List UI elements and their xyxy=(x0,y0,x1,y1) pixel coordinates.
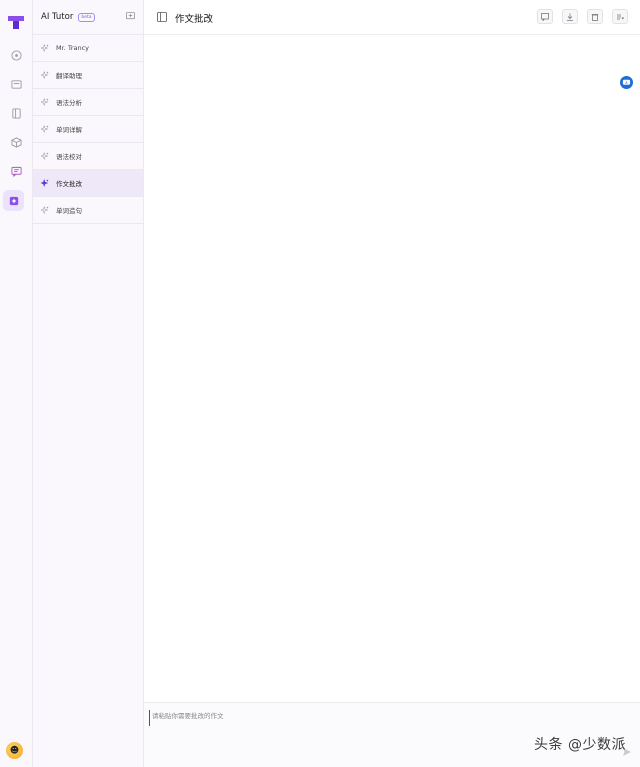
card-icon[interactable] xyxy=(8,76,24,92)
main-area: 作文批改 A xyxy=(144,0,640,767)
assistant-label: 单词造句 xyxy=(56,207,82,215)
assistant-label: 语法分析 xyxy=(56,99,82,107)
cube-icon[interactable] xyxy=(8,134,24,150)
sparkle-icon xyxy=(41,98,49,106)
trash-icon xyxy=(591,13,599,21)
sparkle-icon xyxy=(41,179,49,187)
assistant-item[interactable]: 语法分析 xyxy=(33,89,143,116)
download-button[interactable] xyxy=(562,9,578,24)
assistant-list: Mr. Trancy 翻译助理语法分析单词详解语法校对作文批改单词造句 xyxy=(33,34,143,224)
assistant-label: 语法校对 xyxy=(56,153,82,161)
delete-button[interactable] xyxy=(587,9,603,24)
compass-icon[interactable] xyxy=(8,47,24,63)
chat-icon[interactable] xyxy=(8,163,24,179)
assistant-item[interactable]: 单词造句 xyxy=(33,197,143,224)
sparkle-icon xyxy=(41,152,49,160)
top-bar: 作文批改 xyxy=(144,0,640,35)
user-avatar[interactable]: ☻ xyxy=(6,742,23,759)
assistant-item[interactable]: 单词详解 xyxy=(33,116,143,143)
tutor-icon[interactable] xyxy=(3,190,24,211)
watermark: 头条 @少数派 xyxy=(534,737,626,753)
assistant-label: 单词详解 xyxy=(56,126,82,134)
assistant-label: 翻译助理 xyxy=(56,72,82,80)
sidebar-toggle-icon[interactable] xyxy=(157,12,167,22)
new-chat-icon[interactable] xyxy=(126,12,135,21)
download-icon xyxy=(567,13,573,21)
floating-translate-button[interactable]: A xyxy=(620,76,633,89)
page-title: 作文批改 xyxy=(175,14,214,25)
feedback-icon xyxy=(541,12,549,21)
icon-rail: ☻ xyxy=(0,0,33,767)
assistant-item[interactable]: 语法校对 xyxy=(33,143,143,170)
sparkle-icon xyxy=(41,206,49,214)
assistant-label: 作文批改 xyxy=(56,180,82,188)
translate-icon: A xyxy=(622,79,631,85)
assistant-panel: AI Tutor beta Mr. Trancy 翻译助理语法分析单词详解语法校对… xyxy=(33,0,144,767)
assistant-item[interactable]: 翻译助理 xyxy=(33,62,143,89)
beta-badge: beta xyxy=(78,12,95,22)
clear-button[interactable] xyxy=(612,9,628,24)
book-icon[interactable] xyxy=(8,105,24,121)
panel-header: AI Tutor beta xyxy=(33,0,143,34)
assistant-label: Mr. Trancy xyxy=(56,44,90,52)
essay-input[interactable] xyxy=(149,710,509,726)
clear-icon xyxy=(617,14,624,19)
assistant-item[interactable]: Mr. Trancy xyxy=(33,35,143,62)
sparkle-icon xyxy=(41,44,49,52)
app-window: ☻ AI Tutor beta Mr. Trancy 翻译助理语法分析单词详解语法… xyxy=(0,0,640,767)
sparkle-icon xyxy=(41,125,49,133)
assistant-item[interactable]: 作文批改 xyxy=(33,170,143,197)
logo-icon[interactable] xyxy=(7,14,25,30)
smiley-avatar-icon: ☻ xyxy=(9,745,20,756)
feedback-button[interactable] xyxy=(537,9,553,24)
sparkle-icon xyxy=(41,71,49,79)
panel-title: AI Tutor xyxy=(41,12,74,22)
